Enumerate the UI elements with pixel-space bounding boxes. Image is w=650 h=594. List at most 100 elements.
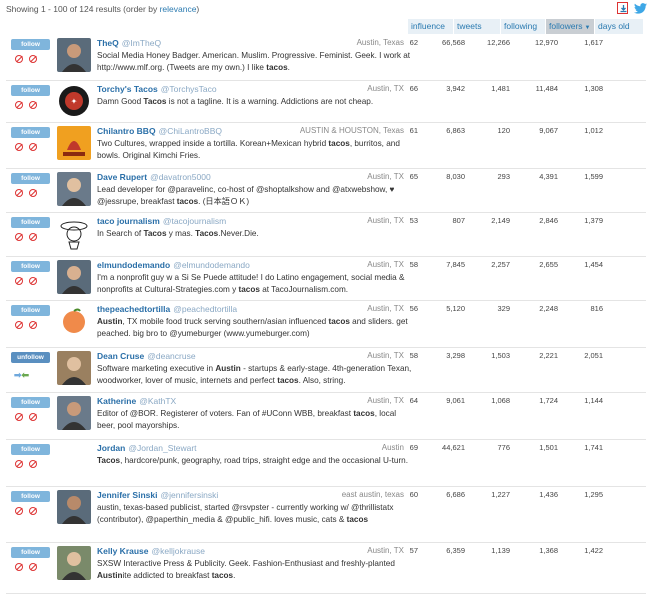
follow-button[interactable]: follow — [11, 547, 50, 558]
user-handle[interactable]: @Jordan_Stewart — [128, 443, 196, 453]
user-name-link[interactable]: Kelly Krause @kelljokrause — [97, 546, 205, 556]
user-handle[interactable]: @TorchysTaco — [161, 84, 217, 94]
follow-button[interactable]: follow — [11, 261, 50, 272]
user-handle[interactable]: @tacojournalism — [163, 216, 226, 226]
user-name-link[interactable]: taco journalism @tacojournalism — [97, 216, 226, 226]
col-influence[interactable]: influence — [408, 19, 454, 34]
col-following[interactable]: following — [501, 19, 546, 34]
user-name-link[interactable]: Dave Rupert @davatron5000 — [97, 172, 211, 182]
avatar[interactable] — [57, 260, 91, 294]
stat-influence: 65 — [409, 172, 418, 181]
download-icon[interactable] — [617, 2, 628, 14]
avatar[interactable] — [57, 304, 91, 338]
block-icon[interactable] — [15, 460, 23, 468]
report-spam-icon[interactable] — [29, 101, 37, 109]
avatar[interactable] — [57, 490, 91, 524]
report-spam-icon[interactable] — [29, 507, 37, 515]
stat-days-old: 1,379 — [584, 216, 603, 225]
avatar[interactable] — [57, 396, 91, 430]
follow-button[interactable]: follow — [11, 127, 50, 138]
stat-tweets: 6,686 — [446, 490, 465, 499]
block-icon[interactable] — [15, 277, 23, 285]
stat-tweets: 6,359 — [446, 546, 465, 555]
block-icon[interactable] — [15, 413, 23, 421]
report-spam-icon[interactable] — [29, 143, 37, 151]
user-bio: Tacos, hardcore/punk, geography, road tr… — [97, 456, 409, 465]
user-location: Austin — [381, 443, 404, 452]
result-row: follow Jennifer Sinski @jennifersinski east… — [6, 488, 646, 543]
user-name-link[interactable]: TheQ @ImTheQ — [97, 38, 161, 48]
report-spam-icon[interactable] — [29, 55, 37, 63]
user-bio: Social Media Honey Badger. American. Mus… — [97, 51, 411, 72]
user-name-link[interactable]: Dean Cruse @deancruse — [97, 351, 196, 361]
user-name-link[interactable]: Chilantro BBQ @ChiLantroBBQ — [97, 126, 222, 136]
follow-button[interactable]: follow — [11, 39, 50, 50]
col-days-old[interactable]: days old — [595, 19, 644, 34]
twitter-bird-icon[interactable] — [634, 3, 647, 14]
follow-button[interactable]: follow — [11, 397, 50, 408]
user-handle[interactable]: @deancruse — [147, 351, 195, 361]
user-location: Austin, TX — [367, 216, 404, 225]
report-spam-icon[interactable] — [29, 460, 37, 468]
follow-button[interactable]: follow — [11, 305, 50, 316]
stat-followers: 12,970 — [535, 38, 558, 47]
avatar[interactable] — [57, 38, 91, 72]
follow-button[interactable]: follow — [11, 217, 50, 228]
report-spam-icon[interactable] — [29, 233, 37, 241]
result-row: follow taco journalism @tacojournalism Aust… — [6, 214, 646, 257]
user-handle[interactable]: @KathTX — [139, 396, 176, 406]
follow-button[interactable]: follow — [11, 491, 50, 502]
user-bio: Austin, TX mobile food truck serving sou… — [97, 317, 408, 338]
stat-influence: 53 — [409, 216, 418, 225]
follow-button[interactable]: follow — [11, 85, 50, 96]
block-icon[interactable] — [15, 189, 23, 197]
block-icon[interactable] — [15, 55, 23, 63]
follow-button[interactable]: follow — [11, 444, 50, 455]
report-spam-icon[interactable] — [29, 413, 37, 421]
user-handle[interactable]: @jennifersinski — [160, 490, 218, 500]
avatar[interactable] — [57, 216, 91, 250]
follow-button[interactable]: follow — [11, 173, 50, 184]
user-name-link[interactable]: thepeachedtortilla @peachedtortilla — [97, 304, 237, 314]
stat-following: 120 — [497, 126, 510, 135]
stat-influence: 57 — [409, 546, 418, 555]
col-tweets[interactable]: tweets — [454, 19, 501, 34]
user-name-link[interactable]: Jennifer Sinski @jennifersinski — [97, 490, 218, 500]
avatar[interactable] — [57, 546, 91, 580]
user-handle[interactable]: @kelljokrause — [152, 546, 206, 556]
user-handle[interactable]: @peachedtortilla — [173, 304, 237, 314]
avatar[interactable] — [57, 126, 91, 160]
unfollow-button[interactable]: unfollow — [11, 352, 50, 363]
block-icon[interactable] — [15, 321, 23, 329]
user-name-link[interactable]: elmundodemando @elmundodemando — [97, 260, 250, 270]
stat-influence: 64 — [409, 396, 418, 405]
user-handle[interactable]: @ChiLantroBBQ — [159, 126, 222, 136]
user-location: Austin, TX — [367, 396, 404, 405]
order-by-relevance-link[interactable]: relevance — [160, 4, 197, 14]
block-icon[interactable] — [15, 143, 23, 151]
report-spam-icon[interactable] — [29, 321, 37, 329]
user-name-link[interactable]: Jordan @Jordan_Stewart — [97, 443, 197, 453]
user-handle[interactable]: @ImTheQ — [122, 38, 161, 48]
stat-days-old: 816 — [590, 304, 603, 313]
report-spam-icon[interactable] — [29, 189, 37, 197]
block-icon[interactable] — [15, 233, 23, 241]
avatar[interactable] — [57, 172, 91, 206]
user-name-link[interactable]: Katherine @KathTX — [97, 396, 176, 406]
avatar[interactable] — [57, 443, 91, 477]
report-spam-icon[interactable] — [29, 277, 37, 285]
user-bio: Damn Good Tacos is not a tagline. It is … — [97, 97, 374, 106]
user-name-link[interactable]: Torchy's Tacos @TorchysTaco — [97, 84, 217, 94]
report-spam-icon[interactable] — [29, 563, 37, 571]
block-icon[interactable] — [15, 101, 23, 109]
block-icon[interactable] — [15, 563, 23, 571]
stat-followers: 2,846 — [539, 216, 558, 225]
user-handle[interactable]: @elmundodemando — [173, 260, 250, 270]
col-followers[interactable]: followers ▼ — [546, 19, 595, 34]
user-handle[interactable]: @davatron5000 — [150, 172, 211, 182]
stat-followers: 4,391 — [539, 172, 558, 181]
stat-tweets: 6,863 — [446, 126, 465, 135]
block-icon[interactable] — [15, 507, 23, 515]
avatar[interactable]: ✦ — [57, 84, 91, 118]
avatar[interactable] — [57, 351, 91, 385]
